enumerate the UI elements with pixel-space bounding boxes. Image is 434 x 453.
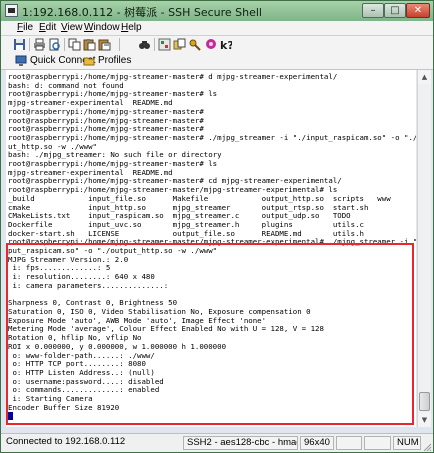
terminal-line: root@raspberrypi:/home/mjpg-streamer-mas… bbox=[8, 115, 204, 125]
terminal-line: CMakeLists.txt input_raspicam.so mjpg_st… bbox=[8, 211, 351, 221]
terminal-line: Encoder Buffer Size 81920 bbox=[8, 402, 120, 412]
terminal-line: docker-start.sh LICENSE output_file.so R… bbox=[8, 228, 364, 238]
window-title: 1:192.168.0.112 - 树莓派 - SSH Secure Shell bbox=[22, 6, 262, 19]
ssh-client-window: 1:192.168.0.112 - 树莓派 - SSH Secure Shell… bbox=[0, 0, 434, 453]
scroll-thumb[interactable] bbox=[419, 392, 430, 411]
terminal-line: bash: ./mjpg_streamer: No such file or d… bbox=[8, 150, 222, 160]
terminal-line: i: Starting Camera bbox=[8, 394, 93, 404]
terminal-line: o: HTTP TCP port........: 8080 bbox=[8, 359, 146, 369]
menu-bar: File Edit View Window Help bbox=[1, 21, 433, 36]
terminal-line: MJPG Streamer Version.: 2.0 bbox=[8, 254, 129, 264]
menu-help[interactable]: Help bbox=[121, 22, 142, 33]
terminal-line: root@raspberrypi:/home/mjpg-streamer-mas… bbox=[8, 72, 338, 81]
scroll-up-arrow-icon[interactable]: ▲ bbox=[418, 70, 431, 84]
terminal-line: Rotation 0, hflip No, vflip No bbox=[8, 333, 142, 343]
terminal-line: bash: d: command not found bbox=[8, 80, 124, 90]
profiles-label: Profiles bbox=[98, 55, 132, 66]
main-toolbar: k? bbox=[1, 36, 433, 54]
terminal-line: i: resolution........: 640 x 480 bbox=[8, 272, 155, 282]
scroll-down-arrow-icon[interactable]: ▼ bbox=[418, 413, 431, 427]
print-icon[interactable] bbox=[33, 38, 46, 51]
toolbar-separator bbox=[29, 38, 30, 51]
minimize-button[interactable]: – bbox=[362, 3, 384, 18]
print-preview-icon[interactable] bbox=[48, 38, 61, 51]
menu-file[interactable]: File bbox=[17, 22, 33, 33]
terminal-line: _build input_file.so Makefile output_htt… bbox=[8, 193, 391, 203]
terminal-output[interactable]: root@raspberrypi:/home/mjpg-streamer-mas… bbox=[6, 70, 416, 427]
menu-edit[interactable]: Edit bbox=[39, 22, 56, 33]
save-icon[interactable] bbox=[13, 38, 26, 51]
vertical-scrollbar[interactable]: ▲ ▼ bbox=[417, 70, 431, 427]
terminal-cursor bbox=[8, 412, 13, 421]
status-cell-empty bbox=[364, 436, 391, 450]
terminal-size-status: 96x40 bbox=[300, 436, 334, 450]
file-transfer-icon[interactable] bbox=[173, 38, 186, 51]
terminal-line: root@raspberrypi:/home/mjpg-streamer-mas… bbox=[8, 124, 204, 134]
terminal-line: root@raspberrypi:/home/mjpg-streamer-mas… bbox=[8, 106, 204, 116]
terminal-line: root@raspberrypi:/home/mjpg-streamer-mas… bbox=[8, 237, 416, 247]
terminal-line: o: username:password....: disabled bbox=[8, 376, 164, 386]
terminal-app-icon bbox=[5, 4, 18, 17]
terminal-line: put_raspicam.so" -o "./output_http.so -w… bbox=[8, 246, 218, 256]
paste-icon[interactable] bbox=[83, 38, 96, 51]
terminal-line: root@raspberrypi:/home/mjpg-streamer-mas… bbox=[8, 132, 416, 142]
terminal-line: o: commands.............: enabled bbox=[8, 385, 160, 395]
num-lock-status: NUM bbox=[393, 436, 421, 450]
folder-icon bbox=[83, 55, 95, 67]
toolbar-separator bbox=[154, 38, 155, 51]
terminal-line: root@raspberrypi:/home/mjpg-streamer-mas… bbox=[8, 89, 218, 99]
paste-alt-icon[interactable] bbox=[98, 38, 111, 51]
title-bar[interactable]: 1:192.168.0.112 - 树莓派 - SSH Secure Shell… bbox=[1, 1, 433, 21]
settings-icon[interactable] bbox=[158, 38, 171, 51]
terminal-line: o: www-folder-path......: ./www/ bbox=[8, 350, 155, 360]
maximize-button[interactable]: □ bbox=[384, 3, 406, 18]
connect-icon[interactable] bbox=[205, 38, 218, 51]
toolbar-separator bbox=[64, 38, 65, 51]
quick-connect-button[interactable]: Quick Connect bbox=[15, 54, 96, 68]
keys-icon[interactable] bbox=[189, 38, 202, 51]
terminal-line: i: camera parameters..............: bbox=[8, 280, 169, 290]
terminal-line: root@raspberrypi:/home/mjpg-streamer-mas… bbox=[8, 176, 342, 186]
terminal-line: i: fps.............: 5 bbox=[8, 263, 111, 273]
find-icon[interactable] bbox=[138, 38, 151, 51]
menu-window[interactable]: Window bbox=[84, 22, 120, 33]
terminal-line: Saturation 0, ISO 0, Video Stabilisation… bbox=[8, 306, 311, 316]
terminal-line: root@raspberrypi:/home/mjpg-streamer-mas… bbox=[8, 185, 338, 195]
terminal-line: mjpg-streamer-experimental README.md bbox=[8, 98, 173, 108]
svg-text:k?: k? bbox=[220, 39, 232, 51]
terminal-line: Exposure Mode 'auto', AWB Mode 'auto', I… bbox=[8, 315, 267, 325]
terminal-line: cmake input_http.so mjpg_streamer output… bbox=[8, 202, 369, 212]
terminal-line: Metering Mode 'average', Colour Effect E… bbox=[8, 324, 324, 334]
connection-status: Connected to 192.168.0.112 bbox=[6, 436, 126, 447]
status-bar: Connected to 192.168.0.112 SSH2 - aes128… bbox=[1, 433, 433, 452]
terminal-line: mjpg-streamer-experimental README.md bbox=[8, 167, 173, 177]
terminal-line: Sharpness 0, Contrast 0, Brightness 50 bbox=[8, 298, 178, 308]
status-cell-empty bbox=[336, 436, 362, 450]
terminal-line: Dockerfile input_uvc.so mjpg_streamer.h … bbox=[8, 219, 364, 229]
copy-icon[interactable] bbox=[68, 38, 81, 51]
toolbar-separator bbox=[119, 38, 120, 51]
monitor-icon bbox=[15, 55, 27, 67]
terminal-text: root@raspberrypi:/home/mjpg-streamer-mas… bbox=[6, 70, 416, 422]
profiles-button[interactable]: Profiles bbox=[83, 54, 139, 68]
resize-grip-icon[interactable] bbox=[422, 442, 432, 452]
terminal-line: ut_http.so -w ./www" bbox=[8, 141, 97, 151]
close-button[interactable]: ✕ bbox=[406, 3, 430, 18]
connection-toolbar: Quick Connect Profiles bbox=[1, 53, 433, 70]
terminal-line: o: HTTP Listen Address..: (null) bbox=[8, 367, 155, 377]
help-icon[interactable]: k? bbox=[219, 38, 234, 52]
menu-view[interactable]: View bbox=[61, 22, 83, 33]
cipher-status: SSH2 - aes128-cbc - hmac-md5 bbox=[183, 436, 298, 450]
terminal-line: ROI x 0.000000, y 0.000000, w 1.000000 h… bbox=[8, 341, 227, 351]
terminal-line: root@raspberrypi:/home/mjpg-streamer-mas… bbox=[8, 159, 218, 169]
